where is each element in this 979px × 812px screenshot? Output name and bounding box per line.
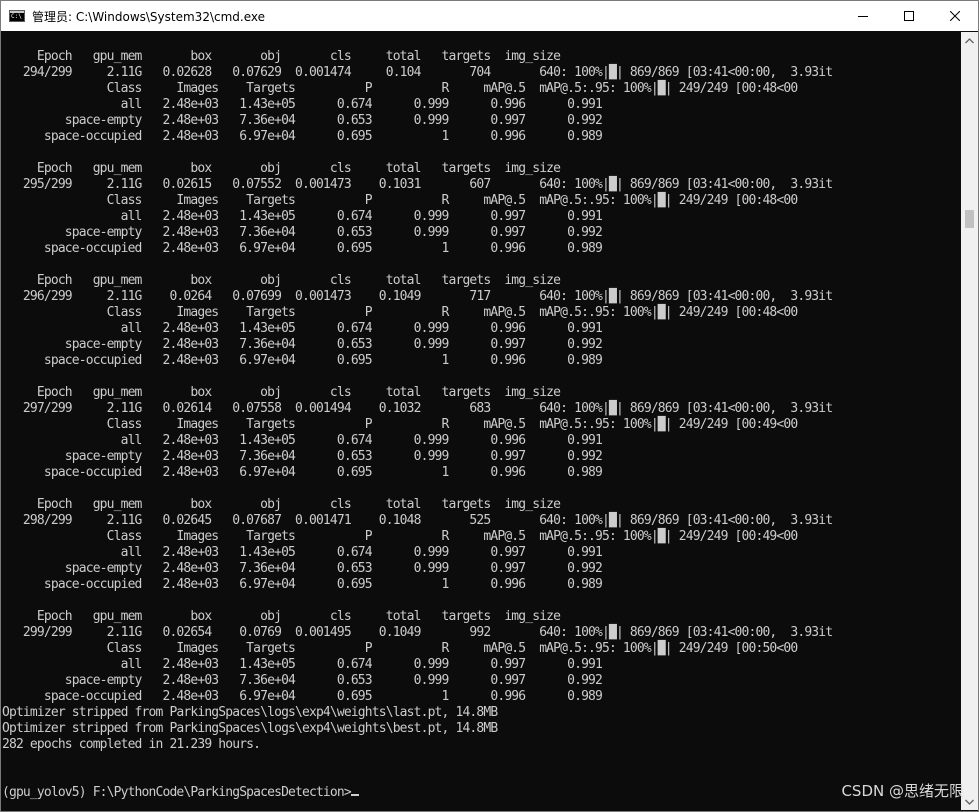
vertical-scrollbar[interactable] xyxy=(961,32,978,810)
console-line: space-empty 2.48e+03 7.36e+04 0.653 0.99… xyxy=(2,225,603,240)
console-line: space-empty 2.48e+03 7.36e+04 0.653 0.99… xyxy=(2,449,603,464)
csdn-watermark: CSDN @思绪无限 xyxy=(841,782,964,800)
console-line: Class Images Targets P R mAP@.5 mAP@.5:.… xyxy=(2,529,799,544)
console-line: Epoch gpu_mem box obj cls total targets … xyxy=(2,273,561,288)
maximize-icon xyxy=(904,11,914,21)
console-line: 299/299 2.11G 0.02654 0.0769 0.001495 0.… xyxy=(2,625,833,640)
console-line: 298/299 2.11G 0.02645 0.07687 0.001471 0… xyxy=(2,513,833,528)
console-line: 294/299 2.11G 0.02628 0.07629 0.001474 0… xyxy=(2,65,833,80)
console-line: Class Images Targets P R mAP@.5 mAP@.5:.… xyxy=(2,641,799,656)
close-icon xyxy=(950,11,960,21)
window-controls xyxy=(840,1,978,31)
console-line: space-empty 2.48e+03 7.36e+04 0.653 0.99… xyxy=(2,673,603,688)
console-line: space-occupied 2.48e+03 6.97e+04 0.695 1… xyxy=(2,241,603,256)
console-line: 295/299 2.11G 0.02615 0.07552 0.001473 0… xyxy=(2,177,833,192)
close-button[interactable] xyxy=(932,1,978,31)
cmd-console-icon[interactable] xyxy=(9,10,25,22)
console-line: all 2.48e+03 1.43e+05 0.674 0.999 0.997 … xyxy=(2,657,603,672)
console-line: Class Images Targets P R mAP@.5 mAP@.5:.… xyxy=(2,81,799,96)
console-line: space-occupied 2.48e+03 6.97e+04 0.695 1… xyxy=(2,129,603,144)
console-line: space-empty 2.48e+03 7.36e+04 0.653 0.99… xyxy=(2,113,603,128)
console-line: Epoch gpu_mem box obj cls total targets … xyxy=(2,49,561,64)
console-line: Class Images Targets P R mAP@.5 mAP@.5:.… xyxy=(2,305,799,320)
chevron-down-icon xyxy=(965,799,974,805)
minimize-icon xyxy=(858,16,868,17)
console-text: Epoch gpu_mem box obj cls total targets … xyxy=(2,49,833,801)
maximize-button[interactable] xyxy=(886,1,932,31)
console-line: all 2.48e+03 1.43e+05 0.674 0.999 0.997 … xyxy=(2,545,603,560)
console-line: Class Images Targets P R mAP@.5 mAP@.5:.… xyxy=(2,417,799,432)
console-line: Optimizer stripped from ParkingSpaces\lo… xyxy=(2,705,498,720)
title-bar[interactable]: 管理员: C:\Windows\System32\cmd.exe xyxy=(1,1,978,31)
console-line: space-occupied 2.48e+03 6.97e+04 0.695 1… xyxy=(2,465,603,480)
console-line: (gpu_yolov5) F:\PythonCode\ParkingSpaces… xyxy=(2,785,352,800)
console-line: Epoch gpu_mem box obj cls total targets … xyxy=(2,161,561,176)
console-line: Epoch gpu_mem box obj cls total targets … xyxy=(2,385,561,400)
console-line: space-empty 2.48e+03 7.36e+04 0.653 0.99… xyxy=(2,561,603,576)
console-line: Epoch gpu_mem box obj cls total targets … xyxy=(2,609,561,624)
console-line: space-occupied 2.48e+03 6.97e+04 0.695 1… xyxy=(2,689,603,704)
console-line: Optimizer stripped from ParkingSpaces\lo… xyxy=(2,721,498,736)
console-line: Class Images Targets P R mAP@.5 mAP@.5:.… xyxy=(2,193,799,208)
console-line: 296/299 2.11G 0.0264 0.07699 0.001473 0.… xyxy=(2,289,833,304)
console-line: 282 epochs completed in 21.239 hours. xyxy=(2,737,261,752)
cmd-window: 管理员: C:\Windows\System32\cmd.exe E xyxy=(0,0,979,812)
console-line: all 2.48e+03 1.43e+05 0.674 0.999 0.996 … xyxy=(2,433,603,448)
console-line: space-occupied 2.48e+03 6.97e+04 0.695 1… xyxy=(2,577,603,592)
minimize-button[interactable] xyxy=(840,1,886,31)
console-line: space-empty 2.48e+03 7.36e+04 0.653 0.99… xyxy=(2,337,603,352)
console-line: all 2.48e+03 1.43e+05 0.674 0.999 0.996 … xyxy=(2,321,603,336)
console-line: Epoch gpu_mem box obj cls total targets … xyxy=(2,497,561,512)
chevron-up-icon xyxy=(965,37,974,43)
console-line: all 2.48e+03 1.43e+05 0.674 0.999 0.996 … xyxy=(2,97,603,112)
scroll-thumb[interactable] xyxy=(965,210,974,228)
console-line: 297/299 2.11G 0.02614 0.07558 0.001494 0… xyxy=(2,401,833,416)
window-title: 管理员: C:\Windows\System32\cmd.exe xyxy=(32,9,265,24)
console-line: space-occupied 2.48e+03 6.97e+04 0.695 1… xyxy=(2,353,603,368)
text-cursor xyxy=(350,794,359,796)
scroll-up-button[interactable] xyxy=(961,32,978,49)
console-output[interactable]: Epoch gpu_mem box obj cls total targets … xyxy=(1,32,961,810)
console-line: all 2.48e+03 1.43e+05 0.674 0.999 0.997 … xyxy=(2,209,603,224)
